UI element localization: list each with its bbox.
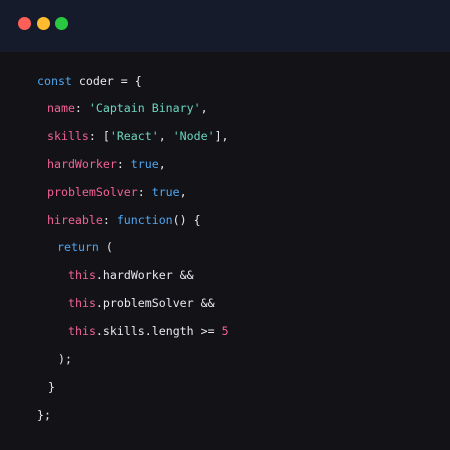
code-text: () { xyxy=(172,213,201,227)
code-text: ( xyxy=(98,240,113,254)
code-text: , xyxy=(179,185,187,199)
code-editor[interactable]: const coder = { name: 'Captain Binary', … xyxy=(0,52,450,450)
code-text: , xyxy=(158,157,166,171)
code-window: const coder = { name: 'Captain Binary', … xyxy=(0,0,450,450)
code-line: const coder = { xyxy=(37,72,142,90)
code-text: : xyxy=(102,213,117,227)
code-line: } xyxy=(48,378,55,396)
string-literal: 'Node' xyxy=(172,129,215,143)
keyword: function xyxy=(116,213,173,227)
code-text: }; xyxy=(37,408,51,422)
string-literal: 'React' xyxy=(109,129,159,143)
this-keyword: this xyxy=(68,268,96,282)
code-line: this.skills.length >= 5 xyxy=(68,322,229,340)
code-text: ); xyxy=(58,352,72,366)
property-name: hardWorker xyxy=(47,157,117,171)
code-text: : [ xyxy=(88,129,110,143)
keyword: return xyxy=(57,240,99,254)
code-line: name: 'Captain Binary', xyxy=(47,99,208,117)
keyword: true xyxy=(130,157,159,171)
property-name: name xyxy=(47,101,75,115)
code-line: return ( xyxy=(57,238,113,256)
string-literal: 'Captain Binary' xyxy=(88,101,201,115)
code-text: , xyxy=(158,129,173,143)
title-bar xyxy=(0,0,450,52)
code-text: , xyxy=(200,101,208,115)
code-text: .skills.length >= xyxy=(95,324,222,338)
code-line: hireable: function() { xyxy=(47,211,201,229)
keyword: true xyxy=(151,185,180,199)
number-literal: 5 xyxy=(221,324,229,338)
code-line: problemSolver: true, xyxy=(47,183,187,201)
code-text: : xyxy=(137,185,152,199)
maximize-button[interactable] xyxy=(55,17,68,30)
keyword: const xyxy=(37,74,72,88)
code-line: this.problemSolver && xyxy=(68,294,215,312)
property-name: skills xyxy=(47,129,89,143)
close-button[interactable] xyxy=(18,17,31,30)
this-keyword: this xyxy=(68,296,96,310)
code-line: ); xyxy=(58,350,72,368)
code-line: hardWorker: true, xyxy=(47,155,166,173)
code-line: skills: ['React', 'Node'], xyxy=(47,127,229,145)
property-name: problemSolver xyxy=(47,185,138,199)
code-line: this.hardWorker && xyxy=(68,266,194,284)
this-keyword: this xyxy=(68,324,96,338)
code-text: ], xyxy=(214,129,229,143)
code-text: } xyxy=(48,380,55,394)
property-name: hireable xyxy=(47,213,103,227)
code-text: coder = { xyxy=(71,74,142,88)
code-text: .problemSolver && xyxy=(95,296,215,310)
code-text: : xyxy=(116,157,131,171)
code-text: .hardWorker && xyxy=(95,268,194,282)
code-text: : xyxy=(74,101,89,115)
code-line: }; xyxy=(37,406,51,424)
minimize-button[interactable] xyxy=(37,17,50,30)
